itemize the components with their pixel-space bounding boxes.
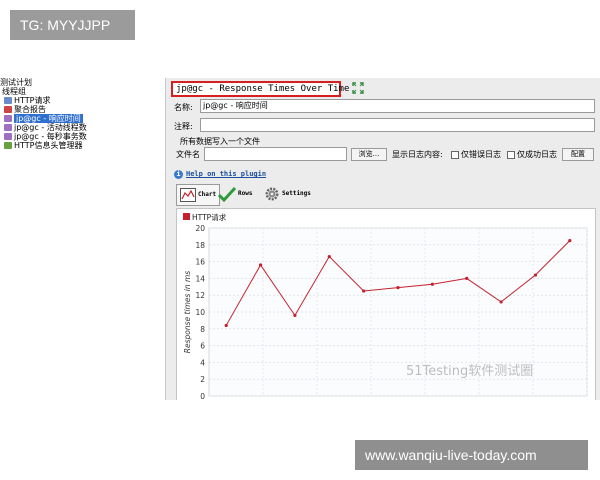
tree-item-label: 聚合报告 bbox=[14, 105, 46, 114]
gear-icon bbox=[265, 187, 279, 200]
tree-item-label: HTTP请求 bbox=[14, 96, 51, 105]
tree-node-icon bbox=[4, 115, 12, 122]
tree-item[interactable]: jp@gc - 每秒事务数 bbox=[0, 132, 165, 141]
tree-item[interactable]: 线程组 bbox=[0, 87, 165, 96]
data-point bbox=[362, 289, 366, 293]
y-tick-label: 12 bbox=[195, 291, 205, 300]
brand-watermark: 51Testing软件测试圈 bbox=[406, 364, 534, 379]
y-axis-label: Response times in ms bbox=[183, 271, 192, 354]
data-point bbox=[327, 254, 331, 259]
data-point bbox=[465, 276, 469, 280]
tree-item-label: HTTP信息头管理器 bbox=[14, 141, 83, 150]
tab-rows[interactable]: Rows bbox=[217, 184, 253, 206]
watermark-top: TG: MYYJJPP bbox=[10, 10, 135, 40]
tab-rows-label: Rows bbox=[238, 190, 253, 197]
errors-only-checkbox[interactable] bbox=[451, 150, 459, 159]
data-point bbox=[258, 263, 263, 267]
write-all-label: 所有数据写入一个文件 bbox=[180, 137, 260, 146]
tree-item-label: 测试计划 bbox=[0, 78, 32, 87]
tree-item-label: jp@gc - 响应时间 bbox=[14, 114, 83, 123]
data-point bbox=[293, 313, 297, 317]
success-only-label: 仅成功日志 bbox=[517, 150, 557, 159]
name-field[interactable]: jp@gc - 响应时间 bbox=[200, 99, 595, 113]
tab-chart-label: Chart bbox=[198, 191, 217, 198]
tree-node-icon bbox=[4, 124, 12, 131]
name-label: 名称: bbox=[174, 103, 193, 112]
legend-label: HTTP请求 bbox=[192, 212, 227, 222]
chart-icon bbox=[180, 187, 196, 202]
tree-item-label: jp@gc - 每秒事务数 bbox=[14, 132, 87, 141]
y-tick-label: 18 bbox=[195, 241, 205, 250]
watermark-bottom: www.wanqiu-live-today.com bbox=[355, 440, 588, 470]
tree-node-icon bbox=[4, 142, 12, 149]
errors-only-option[interactable]: 仅错误日志 bbox=[451, 150, 501, 160]
data-point bbox=[224, 323, 228, 328]
browse-button[interactable]: 浏览... bbox=[351, 148, 387, 161]
y-tick-label: 0 bbox=[200, 392, 205, 400]
success-only-checkbox[interactable] bbox=[507, 150, 515, 159]
tree-item[interactable]: HTTP请求 bbox=[0, 96, 165, 105]
expand-icon[interactable] bbox=[352, 82, 364, 94]
tree-item[interactable]: HTTP信息头管理器 bbox=[0, 141, 165, 150]
tree-item[interactable]: jp@gc - 响应时间 bbox=[0, 114, 165, 123]
configure-button[interactable]: 配置 bbox=[562, 148, 594, 161]
data-point bbox=[396, 286, 400, 290]
y-tick-label: 6 bbox=[200, 342, 205, 351]
legend-swatch bbox=[183, 213, 190, 220]
y-tick-label: 20 bbox=[195, 224, 205, 233]
tree-node-icon bbox=[4, 97, 12, 104]
tree-item-label: 线程组 bbox=[2, 87, 26, 96]
y-tick-label: 10 bbox=[195, 308, 205, 317]
test-plan-tree: 测试计划 线程组 HTTP请求 聚合报告 jp@gc - 响应时间 jp@gc - 活动线… bbox=[0, 78, 165, 150]
data-point bbox=[430, 282, 434, 286]
y-tick-label: 2 bbox=[200, 375, 205, 384]
errors-only-label: 仅错误日志 bbox=[461, 150, 501, 159]
success-only-option[interactable]: 仅成功日志 bbox=[507, 150, 557, 160]
data-point bbox=[499, 300, 503, 304]
chart-canvas: 20181614121086420Response times in msHTT… bbox=[183, 212, 588, 400]
filename-input[interactable] bbox=[204, 147, 347, 161]
tree-item[interactable]: 聚合报告 bbox=[0, 105, 165, 114]
data-point bbox=[568, 239, 572, 243]
y-tick-label: 4 bbox=[200, 358, 205, 367]
tab-settings[interactable]: Settings bbox=[264, 184, 311, 206]
checkmark-icon bbox=[217, 186, 237, 202]
data-point bbox=[533, 273, 538, 277]
info-icon: i bbox=[174, 170, 183, 179]
help-link[interactable]: i Help on this plugin bbox=[174, 170, 266, 179]
panel-title: jp@gc - Response Times Over Time bbox=[171, 81, 349, 97]
comment-label: 注释: bbox=[174, 122, 193, 131]
filename-label: 文件名 bbox=[176, 150, 200, 159]
y-tick-label: 16 bbox=[195, 258, 205, 267]
help-link-text[interactable]: Help on this plugin bbox=[186, 170, 266, 178]
tree-item-label: jp@gc - 活动线程数 bbox=[14, 123, 87, 132]
tree-node-icon bbox=[4, 133, 12, 140]
y-tick-label: 8 bbox=[200, 325, 205, 334]
tab-settings-label: Settings bbox=[282, 190, 311, 197]
y-tick-label: 14 bbox=[195, 274, 205, 283]
listener-panel: jp@gc - Response Times Over Time 名称: jp@… bbox=[165, 78, 600, 400]
tree-item[interactable]: jp@gc - 活动线程数 bbox=[0, 123, 165, 132]
tab-chart[interactable]: Chart bbox=[176, 184, 221, 206]
tree-node-icon bbox=[4, 106, 12, 113]
comment-field[interactable] bbox=[200, 118, 595, 132]
tree-item[interactable]: 测试计划 bbox=[0, 78, 165, 87]
log-content-label: 显示日志内容: bbox=[392, 150, 443, 159]
